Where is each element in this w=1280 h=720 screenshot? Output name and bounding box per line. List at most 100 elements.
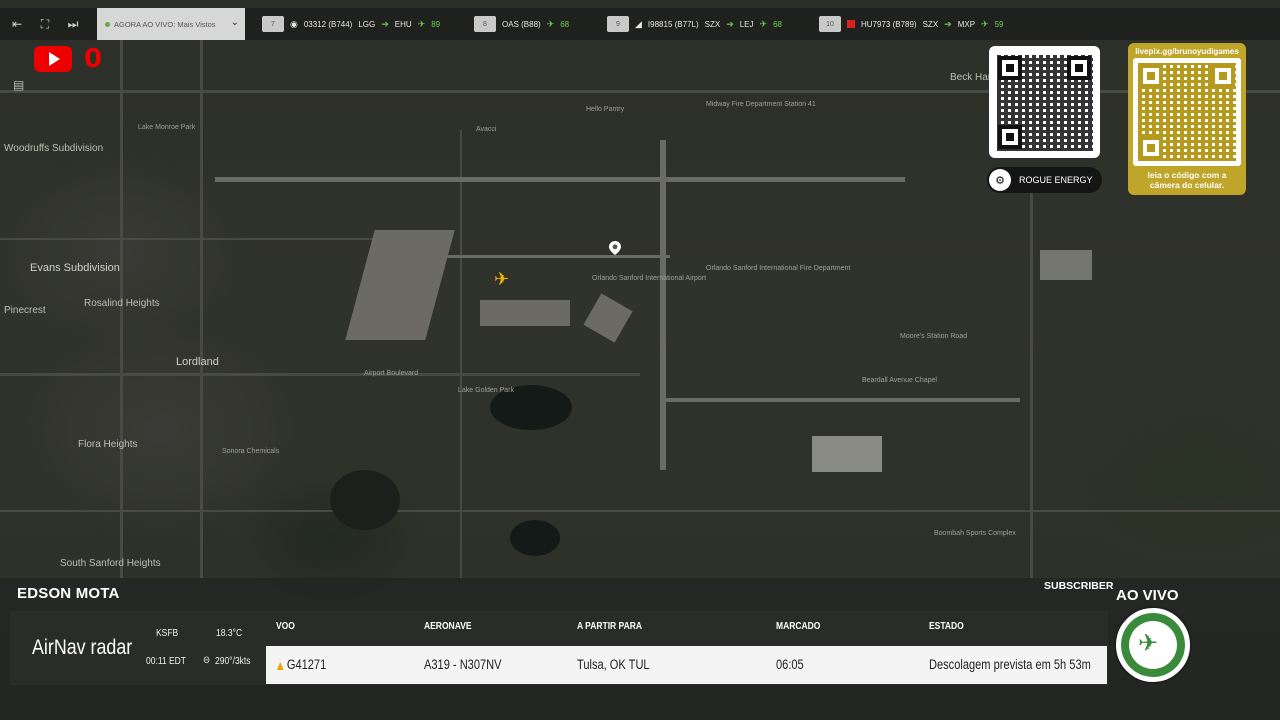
flight-slot-10[interactable]: 10 HU7973 (B789) SZX ➔ MXP ✈ 59 [819,15,1004,33]
flight-callsign: I98815 (B77L) [647,19,699,29]
map-road [0,238,380,240]
parking-lot [812,436,882,472]
slot-number: 8 [474,16,496,32]
flight-callsign: 03312 (B744) [303,19,353,29]
livepix-caption: leia o código com a câmera do celular. [1128,170,1246,190]
altitude-icon: ✈ [417,18,426,29]
livepix-url: livepix.gg/brunoyudigames [1135,47,1239,56]
live-dot-icon [105,21,110,27]
map-label: Lake Golden Park [458,387,515,394]
fullscreen-icon[interactable]: ⛶ [34,13,56,35]
play-icon [49,52,60,66]
status-cell: Descolagem prevista em 5h 53m [929,657,1091,672]
flight-origin: SZX [704,19,721,29]
caption-line-1: leia o código com a [1147,170,1227,180]
ao-vivo-label: AO VIVO [1116,587,1179,604]
header-status: ESTADO [929,621,964,632]
map-label: Pinecrest [4,305,46,316]
chevron-down-icon[interactable]: ⌄ [231,17,239,28]
wind: 290°/3kts [215,656,251,667]
map-label: Midway Fire Department Station 41 [706,101,816,108]
map-label: Sonora Chemicals [222,448,280,455]
map-label: Woodruffs Subdivision [4,143,104,154]
qr-finder [1139,136,1163,160]
airline-icon [847,20,855,28]
sponsor-name: ROGUE ENERGY [1019,175,1093,185]
runway [660,398,1020,402]
map-label: Orlando Sanford International Fire Depar… [706,265,851,272]
qr-finder [998,56,1022,80]
airline-icon: ◉ [290,18,298,29]
map-road [0,373,640,376]
flight-altitude: 68 [773,19,782,29]
apron [345,230,455,340]
flight-dest: MXP [957,19,976,29]
lake [330,470,400,530]
caption-line-2: câmera do celular. [1149,180,1225,190]
skip-next-icon[interactable]: ⏭ [62,13,84,35]
flight-callsign: OAS (B88) [502,19,541,29]
header-route: A PARTIR PARA [577,621,643,632]
list-icon[interactable]: ▤ [13,78,29,92]
map-label: South Sanford Heights [60,558,161,569]
scheduled-cell: 06:05 [776,657,804,672]
arrow-right-icon: ➔ [381,18,389,29]
flight-altitude: 89 [431,19,441,29]
live-filter-label: AGORA AO VIVO: Mais Vistos [114,19,216,29]
airnav-brand: AirNav radar [32,636,133,659]
livepix-qr-code [1133,58,1241,166]
map-label: Avacci [476,126,497,133]
map-road [120,40,123,580]
qr-finder [998,125,1022,149]
subscriber-label: SUBSCRIBER [1044,580,1114,592]
collapse-left-icon[interactable]: ⇤ [6,13,28,35]
flight-slot-7[interactable]: 7 ◉ 03312 (B744) LGG ➔ EHU ✈ 89 [262,15,440,33]
apron [583,293,633,343]
rogue-logo-icon: ⚙ [989,169,1011,191]
slot-number: 10 [819,16,841,32]
route-cell: Tulsa, OK TUL [577,657,650,672]
aircraft-cell: A319 - N307NV [424,657,502,672]
map-road [200,40,203,580]
flight-altitude: 68 [560,19,570,29]
youtube-icon[interactable] [34,46,72,72]
map-road [0,510,1280,512]
map-road [460,130,462,580]
map-label: Airport Boulevard [364,370,419,377]
flight-origin: SZX [922,19,939,29]
lake [510,520,560,556]
airplane-logo-icon: ✈ [1138,630,1159,657]
qr-finder [1139,64,1163,88]
qr-finder [1067,56,1091,80]
livepix-qr-card: livepix.gg/brunoyudigames leia o código … [1128,43,1246,195]
sponsor-badge: ⚙ ROGUE ENERGY [987,167,1102,193]
airline-icon: ◢ [635,18,642,29]
flight-origin: LGG [358,19,376,29]
map-label: Hello Pantry [586,106,625,113]
aircraft-icon[interactable]: ✈ [494,270,509,288]
channel-logo: ✈ [1114,606,1192,684]
map-label: Evans Subdivision [30,262,120,274]
map-label: Moore's Station Road [900,333,968,340]
flight-altitude: 59 [994,19,1004,29]
terminal [480,300,570,326]
map-label: Beardall Avenue Chapel [862,377,937,384]
flight-slot-8[interactable]: 8 OAS (B88) ✈ 68 [474,15,569,33]
altitude-icon: ✈ [981,18,989,29]
flight-dest: EHU [394,19,412,29]
local-time: 00:11 EDT [146,656,187,667]
arrow-right-icon: ➔ [944,18,952,29]
runway [215,177,905,182]
flight-slot-9[interactable]: 9 ◢ I98815 (B77L) SZX ➔ LEJ ✈ 68 [607,15,782,33]
streamer-name: EDSON MOTA [17,585,120,602]
map-label: Orlando Sanford International Airport [592,275,707,282]
map-label: Boombah Sports Complex [934,530,1016,537]
runway [660,140,666,470]
location-pin-icon[interactable] [609,241,621,255]
header-aircraft: AERONAVE [424,621,472,632]
header-scheduled: MARCADO [776,621,821,632]
live-filter-select[interactable]: AGORA AO VIVO: Mais Vistos ⌄ [97,8,245,40]
wind-icon: ⊖ [203,655,211,666]
warning-triangle-icon [277,662,284,670]
slot-number: 9 [607,16,629,32]
